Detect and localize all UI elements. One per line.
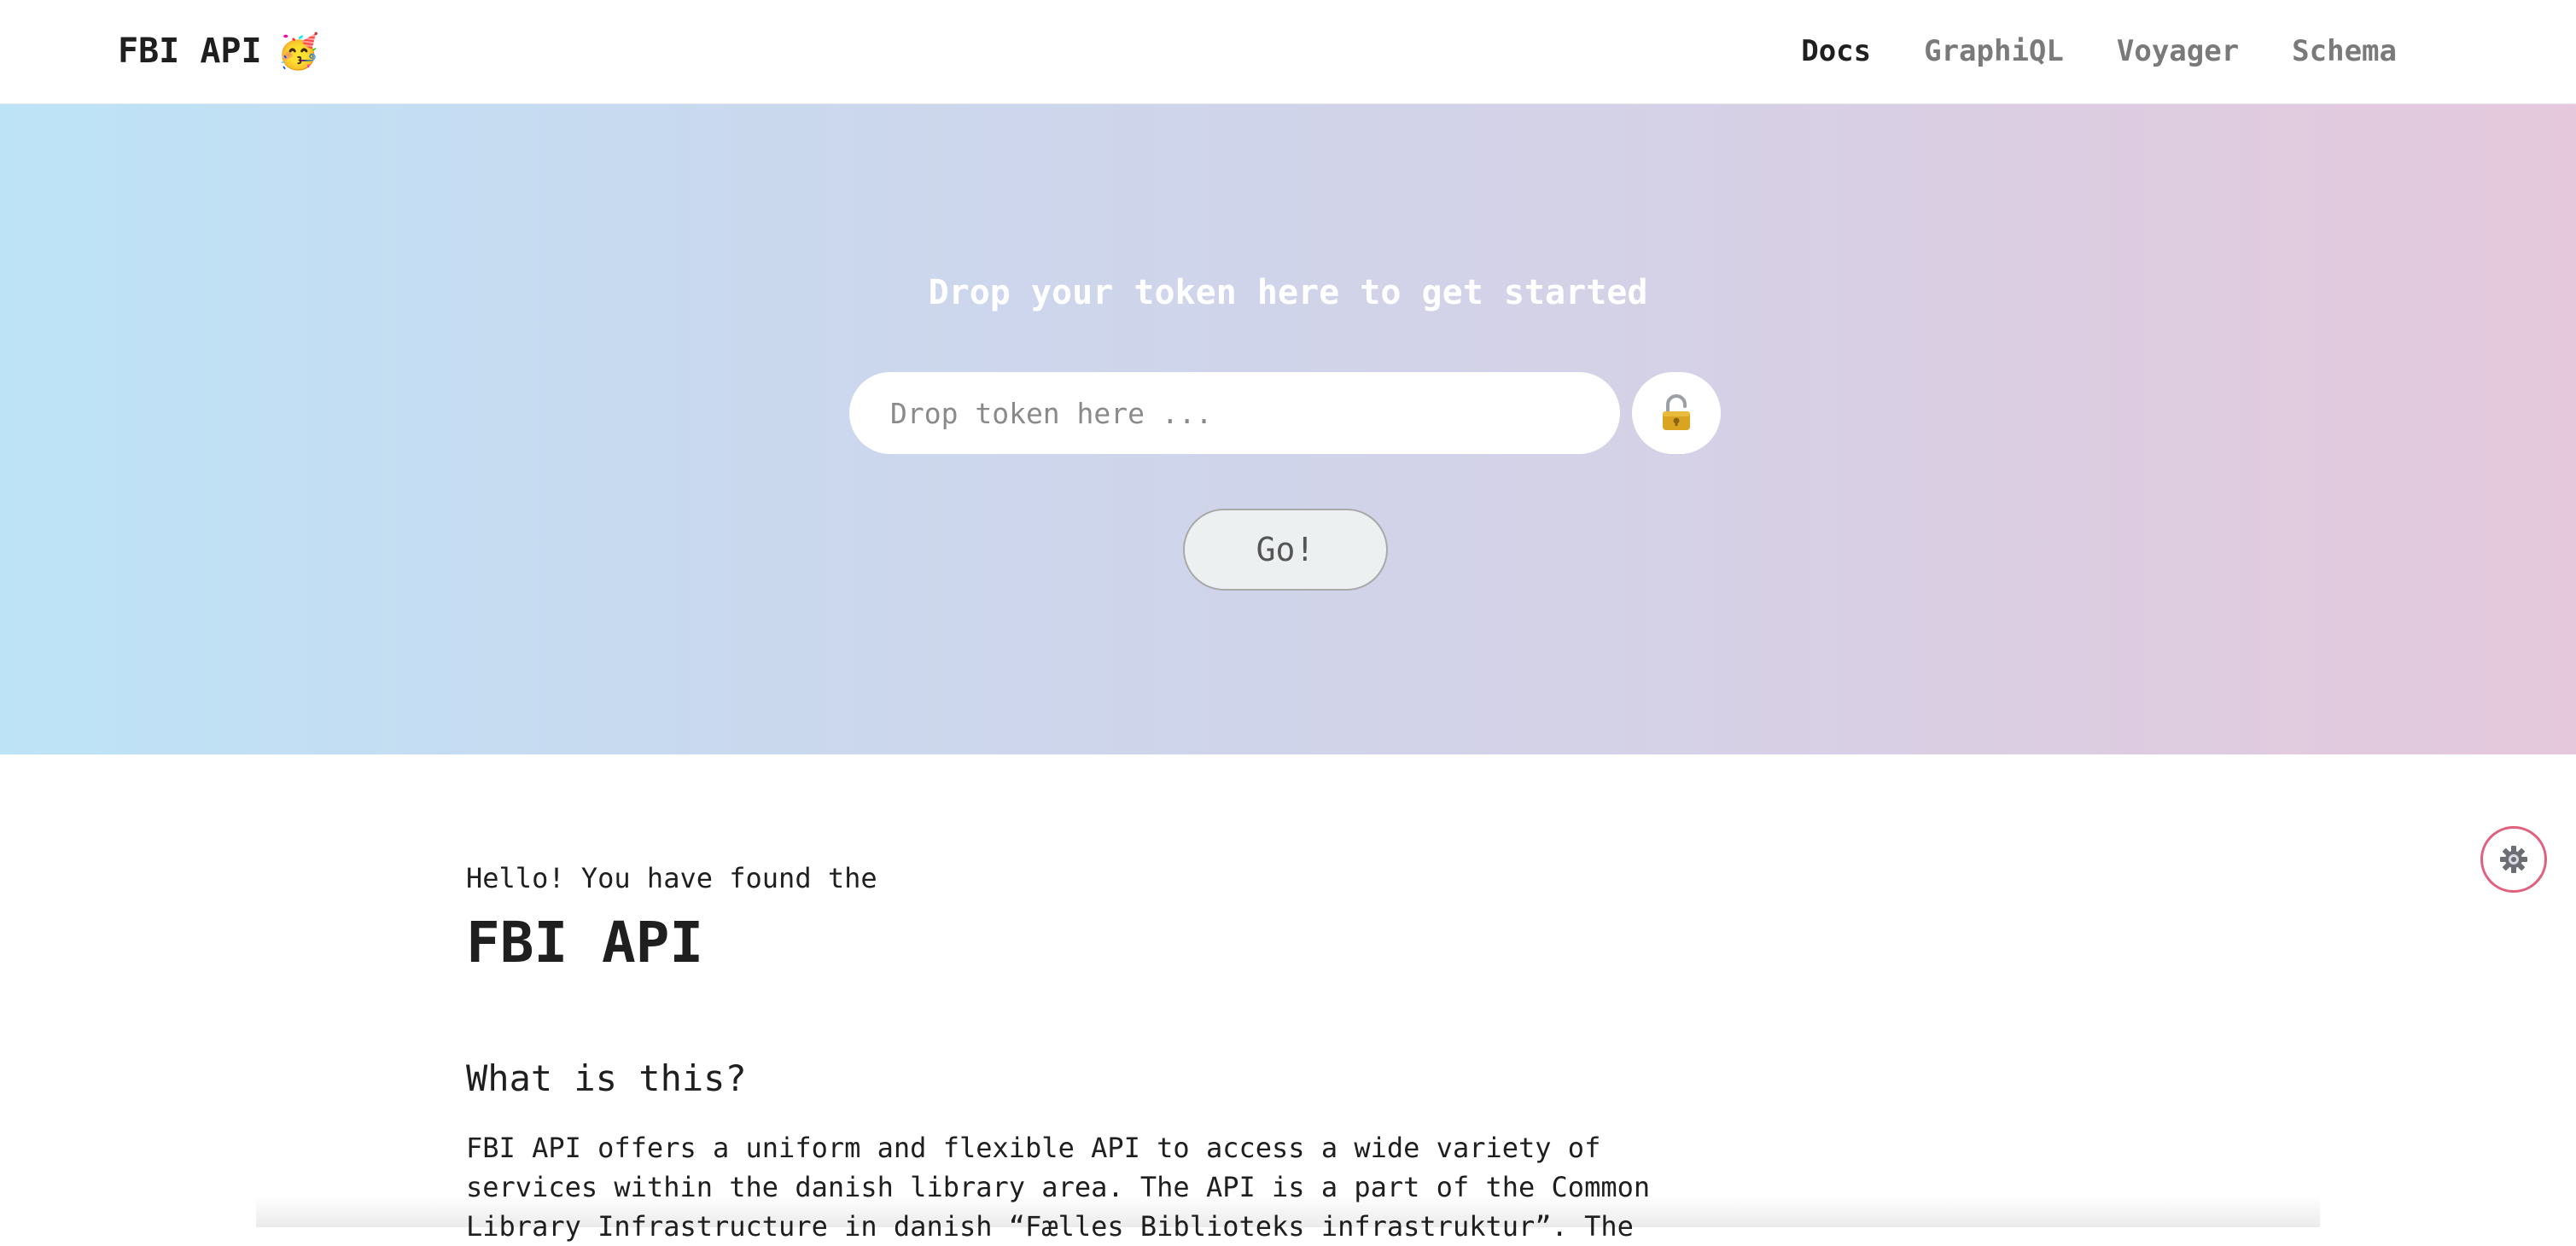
nav-schema[interactable]: Schema xyxy=(2292,34,2397,68)
main-content: Hello! You have found the FBI API What i… xyxy=(466,862,1712,1246)
lock-icon xyxy=(1663,394,1690,430)
main-nav: Docs GraphiQL Voyager Schema xyxy=(1801,26,2397,77)
nav-graphiql[interactable]: GraphiQL xyxy=(1924,34,2064,68)
go-button[interactable]: Go! xyxy=(1183,509,1388,591)
description-paragraph: FBI API offers a uniform and flexible AP… xyxy=(466,1132,1651,1243)
brand-name: FBI API xyxy=(118,32,262,71)
party-face-icon: 🥳 xyxy=(277,32,320,72)
gear-icon xyxy=(2500,846,2527,873)
token-input[interactable] xyxy=(849,372,1620,454)
brand-logo[interactable]: FBI API 🥳 xyxy=(118,26,319,77)
settings-button[interactable] xyxy=(2480,826,2547,893)
intro-text: Hello! You have found the xyxy=(466,862,877,894)
hero-title: Drop your token here to get started xyxy=(928,273,1648,312)
page-title: FBI API xyxy=(466,910,704,975)
nav-voyager[interactable]: Voyager xyxy=(2117,34,2239,68)
token-hero: Drop your token here to get started Go! xyxy=(0,104,2576,754)
top-header: FBI API 🥳 Docs GraphiQL Voyager Schema xyxy=(0,0,2576,104)
lock-button[interactable] xyxy=(1632,372,1721,454)
nav-docs[interactable]: Docs xyxy=(1801,34,1871,68)
section-heading: What is this? xyxy=(466,1057,747,1099)
